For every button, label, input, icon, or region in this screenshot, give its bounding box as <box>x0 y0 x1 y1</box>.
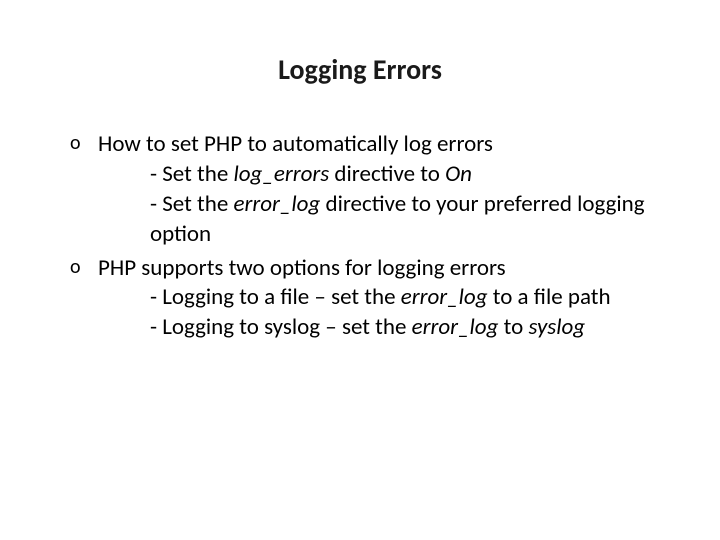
sub-text: - Set the <box>150 190 233 218</box>
sub-text: to a file path <box>488 283 611 311</box>
sub-text: - Set the <box>150 160 233 188</box>
bullet-list: How to set PHP to automatically log erro… <box>70 130 660 343</box>
list-item: PHP supports two options for logging err… <box>70 254 660 344</box>
sub-item: - Set the log_errors directive to On <box>98 160 660 190</box>
slide-title: Logging Errors <box>0 52 720 87</box>
directive-name: log_errors <box>233 160 329 188</box>
sub-item: - Set the error_log directive to your pr… <box>98 190 660 250</box>
slide: Logging Errors How to set PHP to automat… <box>0 0 720 540</box>
slide-content: How to set PHP to automatically log erro… <box>70 130 660 347</box>
bullet-text: PHP supports two options for logging err… <box>98 254 506 282</box>
sub-text: - Logging to syslog – set the <box>150 313 412 341</box>
sub-text: directive to <box>329 160 445 188</box>
directive-name: error_log <box>412 313 499 341</box>
sub-text: to <box>498 313 528 341</box>
list-item: How to set PHP to automatically log erro… <box>70 130 660 250</box>
sub-item: - Logging to a file – set the error_log … <box>98 283 660 313</box>
directive-name: error_log <box>401 283 488 311</box>
sub-text: - Logging to a file – set the <box>150 283 401 311</box>
directive-name: error_log <box>233 190 320 218</box>
bullet-text: How to set PHP to automatically log erro… <box>98 130 493 158</box>
directive-value: syslog <box>528 313 585 341</box>
sub-item: - Logging to syslog – set the error_log … <box>98 313 660 343</box>
directive-value: On <box>445 160 472 188</box>
